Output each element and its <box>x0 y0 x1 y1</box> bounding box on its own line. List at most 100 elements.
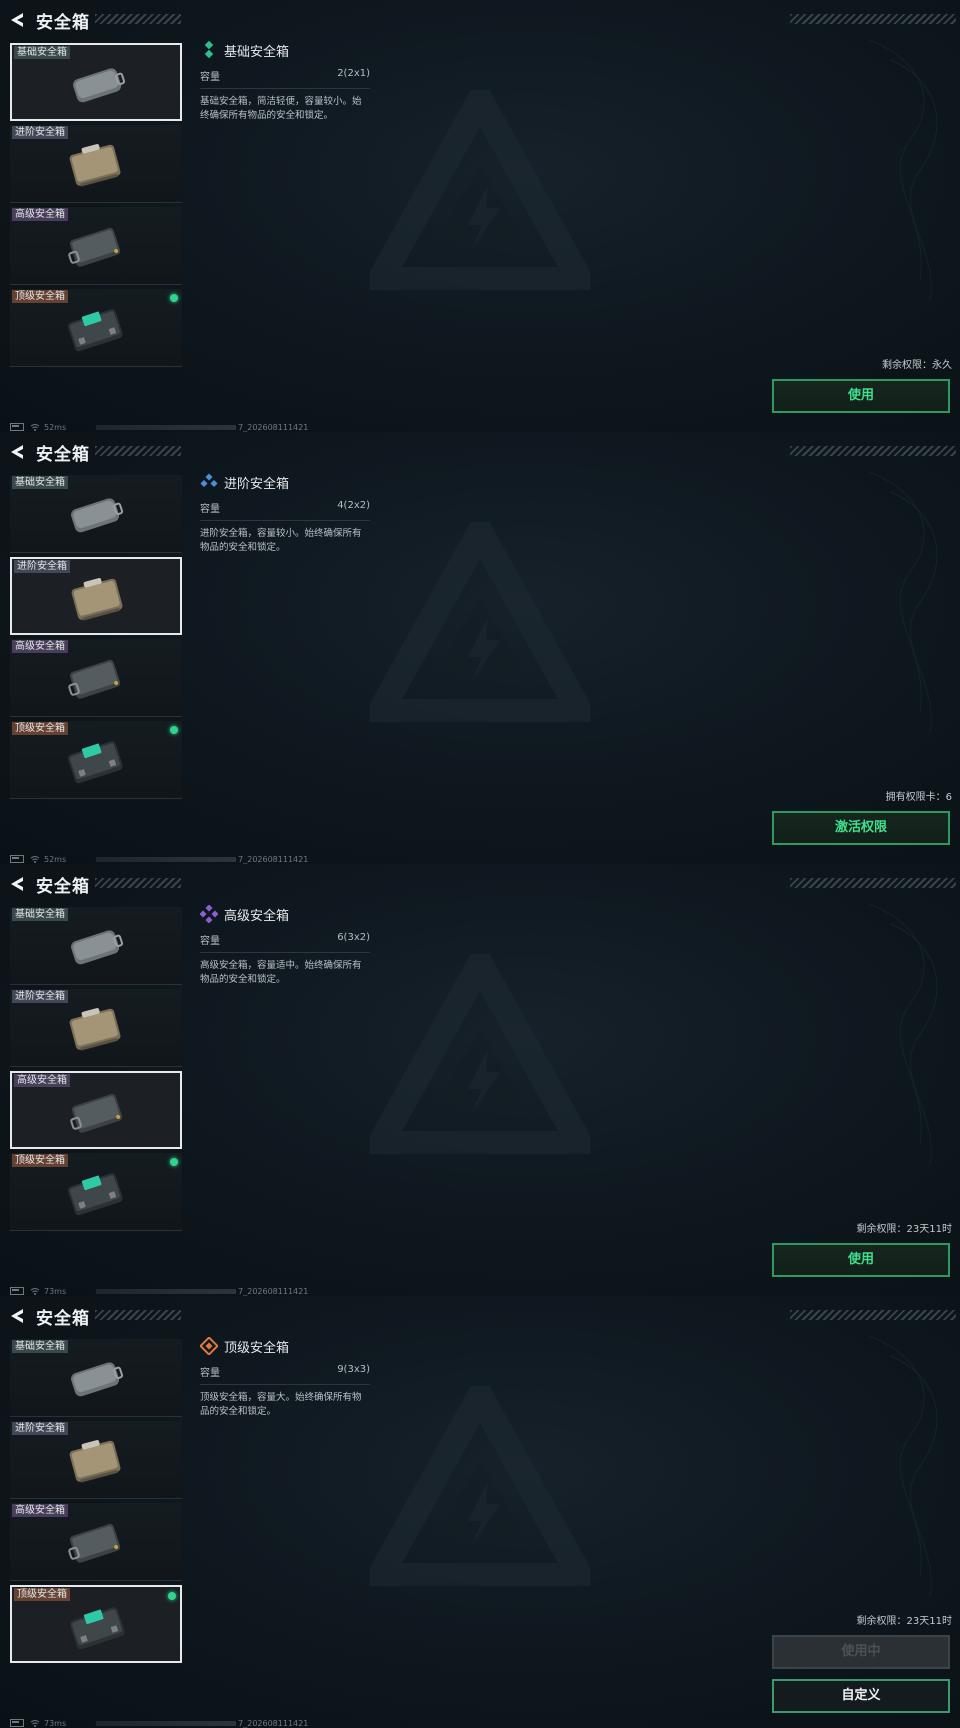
rarity-diamond-icon <box>199 1336 219 1356</box>
redacted-id-bar <box>96 856 237 862</box>
capacity-row: 容量 4(2x2) <box>200 500 370 521</box>
rarity-diamond-icon <box>200 40 218 59</box>
safebox-card[interactable]: 顶级安全箱 <box>10 289 182 367</box>
safebox-image <box>64 1519 128 1567</box>
safebox-image <box>64 491 128 539</box>
top-right-stripe-decor <box>790 1310 956 1320</box>
title-stripe-decor <box>95 878 181 888</box>
safebox-image <box>64 1005 128 1053</box>
background-logo-icon <box>357 505 603 726</box>
action-button[interactable]: 激活权限 <box>772 811 950 845</box>
detail-name: 基础安全箱 <box>224 44 290 60</box>
page-title: 安全箱 <box>36 444 90 465</box>
top-right-stripe-decor <box>790 446 956 456</box>
screen-panel: 安全箱 基础安全箱 进阶安全箱 高级安全箱 顶级安全箱 高级安全箱 容量 6(3x2) 高级安全… <box>0 864 960 1296</box>
permission-status: 拥有权限卡：6 <box>885 792 952 803</box>
background-logo-icon <box>357 1369 603 1590</box>
safebox-detail: 高级安全箱 容量 6(3x2) 高级安全箱，容量适中。始终确保所有物品的安全和锁定。 <box>199 904 370 987</box>
detail-header: 进阶安全箱 <box>200 472 370 492</box>
background-logo-icon <box>357 73 603 294</box>
detail-description: 进阶安全箱，容量较小。始终确保所有物品的安全和锁定。 <box>200 528 362 553</box>
safebox-card-label: 顶级安全箱 <box>12 722 68 735</box>
title-stripe-decor <box>95 14 181 24</box>
active-indicator-dot <box>170 1158 178 1166</box>
battery-icon <box>10 1719 24 1727</box>
build-code-text: 7_202608111421 <box>238 854 309 864</box>
safebox-card[interactable]: 基础安全箱 <box>10 475 182 553</box>
action-button[interactable]: 自定义 <box>772 1679 950 1713</box>
safebox-card[interactable]: 顶级安全箱 <box>10 1585 182 1663</box>
safebox-card[interactable]: 顶级安全箱 <box>10 1153 182 1231</box>
action-button[interactable]: 使用 <box>772 379 950 413</box>
safebox-card-label: 进阶安全箱 <box>12 990 68 1003</box>
safebox-card[interactable]: 进阶安全箱 <box>10 1421 182 1499</box>
back-arrow-icon[interactable] <box>8 10 26 30</box>
redacted-id-bar <box>96 1288 237 1294</box>
detail-header: 高级安全箱 <box>199 904 370 924</box>
capacity-value: 2(2x1) <box>337 68 370 79</box>
page-title: 安全箱 <box>36 876 90 897</box>
safebox-card[interactable]: 进阶安全箱 <box>10 557 182 635</box>
safebox-card-label: 基础安全箱 <box>14 46 70 59</box>
safebox-card[interactable]: 高级安全箱 <box>10 207 182 285</box>
safebox-list: 基础安全箱进阶安全箱高级安全箱顶级安全箱 <box>10 43 182 371</box>
capacity-value: 9(3x3) <box>337 1364 370 1375</box>
safebox-detail: 进阶安全箱容量 4(2x2) 进阶安全箱，容量较小。始终确保所有物品的安全和锁定。 <box>200 472 370 555</box>
action-button[interactable]: 使用 <box>772 1243 950 1277</box>
safebox-detail: 基础安全箱 容量 2(2x1) 基础安全箱，简洁轻便，容量较小。始终确保所有物品的安全… <box>200 40 370 123</box>
back-arrow-icon[interactable] <box>8 1306 26 1326</box>
safebox-image <box>66 1089 130 1137</box>
safebox-card-label: 顶级安全箱 <box>12 1154 68 1167</box>
safebox-image <box>64 1355 128 1403</box>
battery-icon <box>10 423 24 431</box>
rarity-diamond-icon <box>199 904 219 924</box>
safebox-card[interactable]: 顶级安全箱 <box>10 721 182 799</box>
safebox-card-label: 进阶安全箱 <box>12 1422 68 1435</box>
build-code-text: 7_202608111421 <box>238 422 309 432</box>
safebox-card[interactable]: 高级安全箱 <box>10 1503 182 1581</box>
background-map-lines <box>860 452 960 756</box>
detail-description: 高级安全箱，容量适中。始终确保所有物品的安全和锁定。 <box>200 960 362 985</box>
wifi-icon <box>30 423 40 431</box>
status-footer: 52ms 7_202608111421 <box>10 854 308 864</box>
background-logo-icon <box>357 937 603 1158</box>
safebox-image <box>64 923 128 971</box>
title-stripe-decor <box>95 446 181 456</box>
rarity-diamond-icon <box>200 473 218 491</box>
back-arrow-icon[interactable] <box>8 442 26 462</box>
ping-text: 73ms <box>44 1718 67 1728</box>
status-footer: 52ms 7_202608111421 <box>10 422 308 432</box>
safebox-card-label: 高级安全箱 <box>14 1074 70 1087</box>
safebox-card-label: 进阶安全箱 <box>14 560 70 573</box>
safebox-card[interactable]: 高级安全箱 <box>10 1071 182 1149</box>
safebox-card-label: 进阶安全箱 <box>12 126 68 139</box>
permission-status: 剩余权限：23天11时 <box>856 1224 952 1235</box>
capacity-label: 容量 <box>200 504 220 515</box>
capacity-value: 6(3x2) <box>337 932 370 943</box>
detail-header: 基础安全箱 <box>200 40 370 60</box>
safebox-card-label: 顶级安全箱 <box>12 290 68 303</box>
redacted-id-bar <box>96 424 237 430</box>
top-bar: 安全箱 <box>8 440 90 465</box>
active-indicator-dot <box>170 726 178 734</box>
back-arrow-icon[interactable] <box>8 874 26 894</box>
wifi-icon <box>30 855 40 863</box>
safebox-card-label: 基础安全箱 <box>12 476 68 489</box>
battery-icon <box>10 1287 24 1295</box>
safebox-card[interactable]: 进阶安全箱 <box>10 125 182 203</box>
safebox-image <box>64 223 128 271</box>
screenshot-stack: 安全箱 基础安全箱 进阶安全箱 高级安全箱 顶级安全箱 基础安全箱 容量 2(2x1) 基础安全… <box>0 0 960 1728</box>
safebox-card[interactable]: 基础安全箱 <box>10 43 182 121</box>
safebox-card-label: 高级安全箱 <box>12 1504 68 1517</box>
safebox-image <box>64 305 128 353</box>
background-map-lines <box>860 1316 960 1620</box>
detail-name: 高级安全箱 <box>224 908 290 924</box>
page-title: 安全箱 <box>36 12 90 33</box>
battery-icon <box>10 855 24 863</box>
safebox-card[interactable]: 基础安全箱 <box>10 1339 182 1417</box>
screen-panel: 安全箱 基础安全箱 进阶安全箱 高级安全箱 顶级安全箱 进阶安全箱 容量 4(2x2) 进阶安全… <box>0 432 960 864</box>
safebox-card[interactable]: 进阶安全箱 <box>10 989 182 1067</box>
safebox-card[interactable]: 基础安全箱 <box>10 907 182 985</box>
safebox-card[interactable]: 高级安全箱 <box>10 639 182 717</box>
redacted-id-bar <box>96 1720 237 1726</box>
